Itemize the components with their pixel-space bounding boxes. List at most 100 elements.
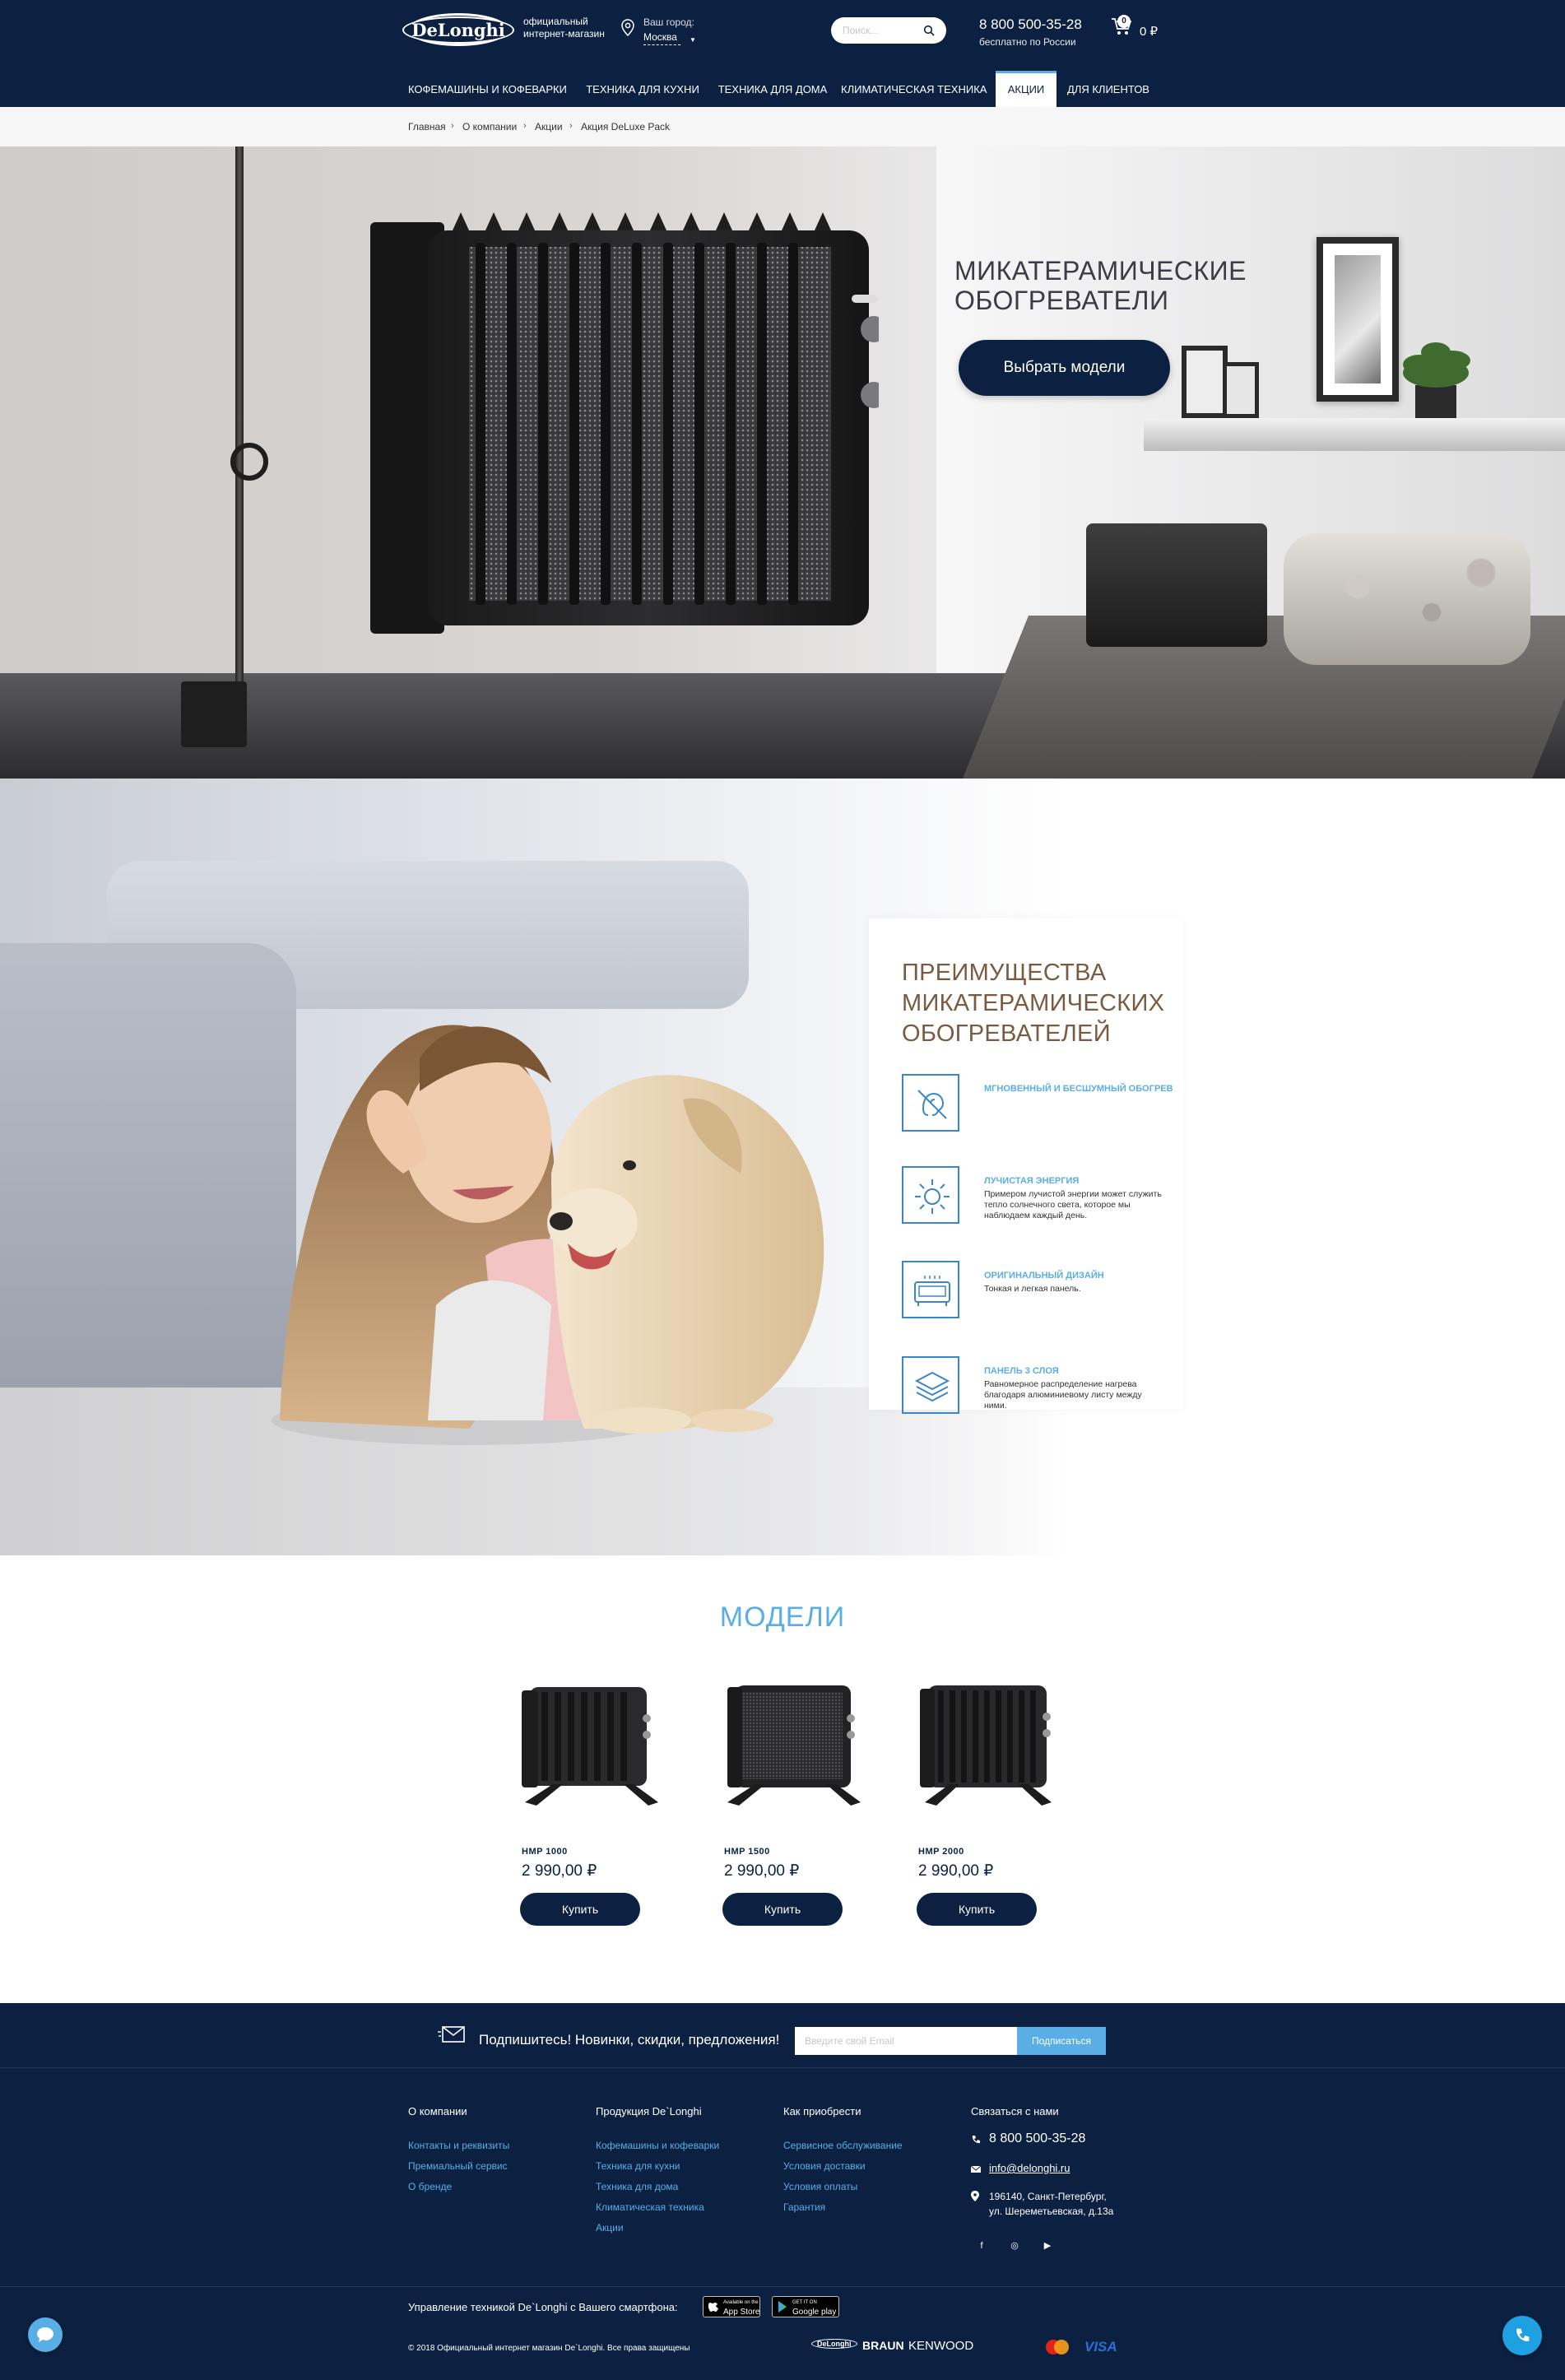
product-image[interactable] [520,1679,660,1811]
hero-shelf [1144,418,1565,451]
product-card: HMP 2000 2 990,00 ₽ Купить [917,1679,1081,1926]
mastercard-icon [1046,2340,1069,2354]
youtube-icon[interactable]: ▶ [1038,2237,1056,2255]
footer-link[interactable]: Акции [596,2218,719,2238]
footer-link[interactable]: Техника для кухни [596,2156,719,2177]
footer-column-heading: Продукция De`Longhi [596,2105,702,2117]
floor-lamp-image [235,146,244,739]
kenwood-brand-logo[interactable]: KENWOOD [908,2339,973,2353]
mail-icon [971,2165,981,2173]
product-card: HMP 1500 2 990,00 ₽ Купить [722,1679,887,1926]
official-store-label: официальный интернет-магазин [523,16,622,40]
subscribe-text: Подпишитесь! Новинки, скидки, предложени… [479,2032,780,2048]
advantage-heading: Оригинальный дизайн [984,1271,1104,1281]
sofa-image [0,943,296,1404]
product-name[interactable]: HMP 2000 [918,1847,964,1857]
breadcrumb-home[interactable]: Главная [408,121,446,132]
subscribe-email-input[interactable] [795,2027,1017,2055]
pouf-image [1086,523,1267,647]
footer-column-heading: Как приобрести [783,2105,861,2117]
product-name[interactable]: HMP 1500 [724,1847,770,1857]
footer-link[interactable]: Сервисное обслуживание [783,2136,903,2156]
footer-link[interactable]: Климатическая техника [596,2197,719,2218]
google-play-badge[interactable]: GET IT ON Google play [772,2296,839,2317]
nav-kitchen[interactable]: ТЕХНИКА ДЛЯ КУХНИ [581,71,704,107]
product-card: HMP 1000 2 990,00 ₽ Купить [520,1679,685,1926]
footer-link[interactable]: Контакты и реквизиты [408,2136,509,2156]
product-image[interactable] [917,1679,1056,1811]
buy-button[interactable]: Купить [520,1893,640,1926]
advantages-section: ПРЕИМУЩЕСТВА МИКАТЕРАМИЧЕСКИХ ОБОГРЕВАТЕ… [0,779,1565,1555]
footer-link[interactable]: Условия доставки [783,2156,903,2177]
divider [0,2067,1565,2068]
footer-link[interactable]: О бренде [408,2177,509,2197]
footer-address: 196140, Санкт-Петербург, ул. Шереметьевс… [989,2189,1113,2219]
app-store-badge[interactable]: Available on the App Store [703,2296,760,2317]
search-input[interactable] [843,17,922,44]
advantage-heading: Лучистая энергия [984,1176,1080,1186]
advantage-heading: Панель 3 слоя [984,1366,1059,1376]
delonghi-logo[interactable]: DeLonghi [402,13,514,46]
product-name[interactable]: HMP 1000 [522,1847,568,1857]
footer-column-products: Продукция De`Longhi Кофемашины и кофевар… [596,2105,719,2238]
city-value[interactable]: Москва [643,30,680,45]
floor-lamp-image [230,443,268,481]
buy-button[interactable]: Купить [722,1893,843,1926]
site-header: DeLonghi официальный интернет-магазин Ва… [0,0,1565,107]
footer-link[interactable]: Премиальный сервис [408,2156,509,2177]
envelope-icon [438,2026,465,2043]
google-play-line1: GET IT ON [792,2300,817,2305]
footer-link[interactable]: Условия оплаты [783,2177,903,2197]
nav-promotions[interactable]: АКЦИИ [996,71,1056,107]
picture-frame-image [1223,362,1259,418]
hero-title: МИКАТЕРАМИЧЕСКИЕ ОБОГРЕВАТЕЛИ [954,256,1317,315]
nav-climate[interactable]: КЛИМАТИЧЕСКАЯ ТЕХНИКА [841,71,987,107]
location-pin-icon [621,19,634,37]
advantage-text: Равномерное распределение нагрева благод… [984,1379,1142,1411]
footer-column-heading: Связаться с нами [971,2105,1059,2117]
product-image[interactable] [722,1679,862,1811]
delonghi-brand-logo[interactable]: DeLonghi [811,2339,857,2349]
advantages-panel: ПРЕИМУЩЕСТВА МИКАТЕРАМИЧЕСКИХ ОБОГРЕВАТЕ… [869,918,1183,1414]
braun-brand-logo[interactable]: BRAUN [862,2339,904,2352]
chat-button[interactable] [28,2317,63,2352]
divider [0,2286,1565,2287]
advantage-text: Примером лучистой энергии может служить … [984,1189,1162,1220]
instagram-icon[interactable]: ◎ [1005,2237,1024,2255]
chevron-down-icon: ▼ [690,36,696,44]
footer-column-company: О компании Контакты и реквизиты Премиаль… [408,2105,509,2197]
breadcrumb-about[interactable]: О компании [462,121,517,132]
facebook-icon[interactable]: f [973,2237,991,2255]
subscribe-button[interactable]: Подписаться [1017,2027,1106,2055]
nav-home[interactable]: ТЕХНИКА ДЛЯ ДОМА [713,71,833,107]
woman-with-dog-image [272,1025,824,1445]
main-navigation: КОФЕМАШИНЫ И КОФЕВАРКИ ТЕХНИКА ДЛЯ КУХНИ… [0,71,1565,107]
models-section: МОДЕЛИ HMP 1000 2 990,00 ₽ Купить HMP 15… [0,1555,1565,2003]
footer-email[interactable]: info@delonghi.ru [989,2162,1070,2174]
chevron-right-icon: › [523,121,527,131]
footer-link[interactable]: Гарантия [783,2197,903,2218]
buy-button[interactable]: Купить [917,1893,1037,1926]
picture-frame-image [1182,346,1228,418]
hero-banner: МИКАТЕРАМИЧЕСКИЕ ОБОГРЕВАТЕЛИ Выбрать мо… [0,146,1565,779]
heater-product-image [370,212,879,634]
breadcrumb-promotions[interactable]: Акции [535,121,563,132]
footer-phone[interactable]: 8 800 500-35-28 [989,2131,1085,2146]
advantage-heading: Мгновенный и бесшумный обогрев [984,1084,1173,1094]
advantages-title-line3: ОБОГРЕВАТЕЛЕЙ [902,1020,1111,1047]
nav-customers[interactable]: ДЛЯ КЛИЕНТОВ [1063,71,1154,107]
choose-models-button[interactable]: Выбрать модели [959,340,1170,396]
header-phone[interactable]: 8 800 500-35-28 [979,16,1082,33]
cart-total[interactable]: 0 ₽ [1140,24,1158,39]
phone-icon [972,2136,980,2144]
phone-icon [1516,2328,1530,2341]
footer-link[interactable]: Техника для дома [596,2177,719,2197]
breadcrumb-current: Акция DeLuxe Pack [581,121,671,132]
call-back-button[interactable] [1502,2316,1542,2355]
google-play-icon [778,2301,787,2313]
nav-coffee-machines[interactable]: КОФЕМАШИНЫ И КОФЕВАРКИ [408,71,567,107]
site-footer: Подпишитесь! Новинки, скидки, предложени… [0,2003,1565,2380]
search-icon[interactable] [923,25,935,36]
footer-link[interactable]: Кофемашины и кофеварки [596,2136,719,2156]
silent-ear-icon [902,1074,959,1132]
